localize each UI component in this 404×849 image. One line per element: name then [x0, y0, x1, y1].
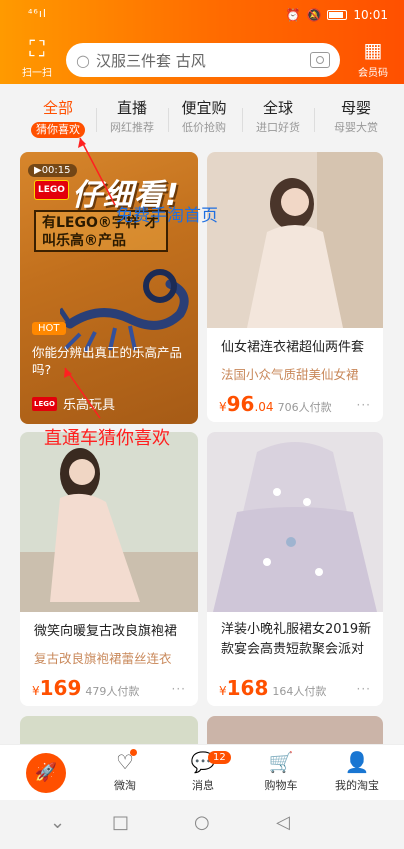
nav-my-taobao[interactable]: 👤 我的淘宝 — [322, 749, 392, 793]
nav-cart[interactable]: 🛒 购物车 — [246, 749, 316, 793]
message-count-badge: 12 — [208, 751, 231, 764]
annotation-home: 免费手淘首页 — [116, 206, 218, 226]
weitao-icon: ♡ — [116, 750, 134, 774]
nav-label: 消息 — [192, 779, 214, 792]
home-icon[interactable]: ○ — [194, 812, 210, 833]
nav-weitao[interactable]: ♡ 微淘 — [90, 749, 160, 793]
system-navigation: ⌄ □ ○ ◁ — [0, 800, 404, 849]
user-icon: 👤 — [344, 750, 370, 774]
bottom-navigation: 🚀 ♡ 微淘 💬 消息 12 🛒 购物车 👤 我的淘宝 — [0, 744, 404, 800]
nav-label: 微淘 — [114, 779, 136, 792]
cart-icon: 🛒 — [268, 750, 294, 774]
notification-dot — [130, 749, 137, 756]
rocket-icon[interactable]: 🚀 — [26, 753, 66, 793]
annotation-guess: 直通车猜你喜欢 — [44, 428, 170, 449]
recents-icon[interactable]: □ — [112, 812, 129, 833]
chevron-down-icon[interactable]: ⌄ — [50, 812, 65, 833]
nav-label: 购物车 — [264, 779, 298, 792]
nav-label: 我的淘宝 — [335, 779, 379, 792]
back-icon[interactable]: ◁ — [276, 812, 290, 833]
